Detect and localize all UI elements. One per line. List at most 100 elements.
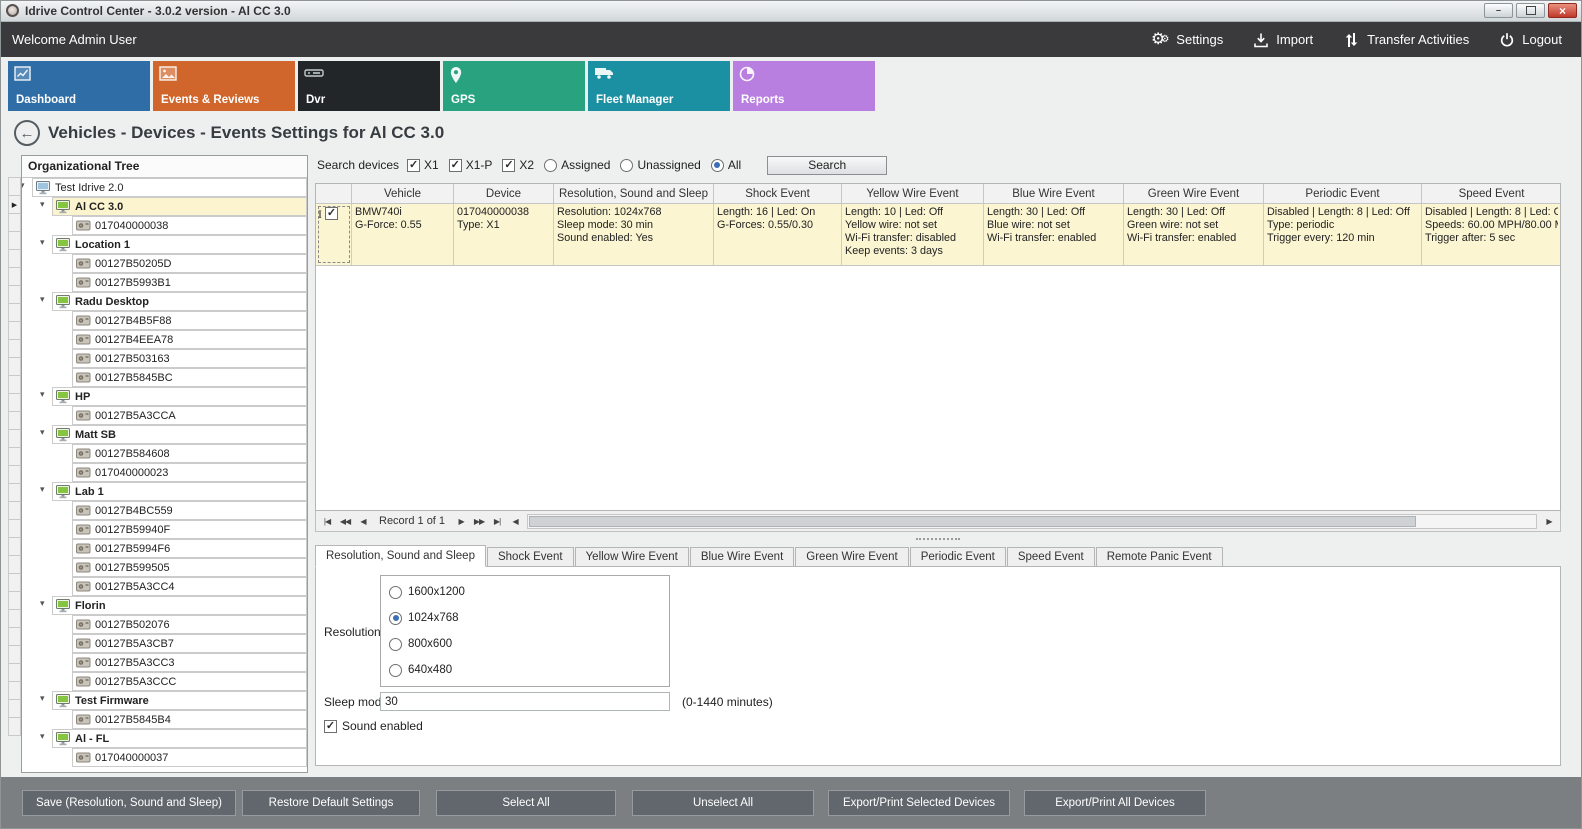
horizontal-scrollbar[interactable] bbox=[527, 514, 1537, 529]
tree-node-test-idrive-2-0[interactable]: Test Idrive 2.0 bbox=[22, 178, 307, 197]
menubar-logout-button[interactable]: Logout bbox=[1499, 32, 1562, 48]
scroll-right-button[interactable] bbox=[1541, 514, 1557, 529]
tree-device-00127b502076[interactable]: 00127B502076 bbox=[22, 615, 307, 634]
expand-caret-icon[interactable] bbox=[40, 200, 45, 209]
expand-caret-icon[interactable] bbox=[40, 295, 45, 304]
sound-enabled-checkbox[interactable] bbox=[324, 720, 337, 733]
tree-device-00127b5a3cc4[interactable]: 00127B5A3CC4 bbox=[22, 577, 307, 596]
menubar-settings-button[interactable]: ⚙⚙Settings bbox=[1151, 32, 1223, 48]
menubar-transfer-activities-button[interactable]: Transfer Activities bbox=[1343, 32, 1469, 48]
resolution-option-800x600[interactable]: 800x600 bbox=[389, 634, 661, 654]
previous-page-button[interactable] bbox=[337, 514, 353, 529]
column-header-blue-wire-event[interactable]: Blue Wire Event bbox=[984, 184, 1124, 203]
module-tab-dashboard[interactable]: Dashboard bbox=[8, 61, 150, 111]
footer-export-print-selected-devices-button[interactable]: Export/Print Selected Devices bbox=[828, 790, 1010, 816]
tree-node-lab-1[interactable]: Lab 1 bbox=[22, 482, 307, 501]
tree-device-00127b4eea78[interactable]: 00127B4EEA78 bbox=[22, 330, 307, 349]
tree-device-00127b503163[interactable]: 00127B503163 bbox=[22, 349, 307, 368]
expand-caret-icon[interactable] bbox=[21, 181, 25, 190]
assignment-filter-all[interactable]: All bbox=[711, 158, 741, 172]
tree-node-al-fl[interactable]: Al - FL bbox=[22, 729, 307, 748]
tree-device-00127b50205d[interactable]: 00127B50205D bbox=[22, 254, 307, 273]
search-button[interactable]: Search bbox=[767, 156, 887, 175]
tree-node-location-1[interactable]: Location 1 bbox=[22, 235, 307, 254]
expand-caret-icon[interactable] bbox=[40, 390, 45, 399]
tree-device-00127b5845bc[interactable]: 00127B5845BC bbox=[22, 368, 307, 387]
menubar-import-button[interactable]: Import bbox=[1253, 32, 1313, 48]
tree-device-00127b5a3ccc[interactable]: 00127B5A3CCC bbox=[22, 672, 307, 691]
tree-device-00127b4b5f88[interactable]: 00127B4B5F88 bbox=[22, 311, 307, 330]
expand-caret-icon[interactable] bbox=[40, 428, 45, 437]
tab-shock-event[interactable]: Shock Event bbox=[487, 547, 574, 566]
tree-device-00127b59940f[interactable]: 00127B59940F bbox=[22, 520, 307, 539]
close-button[interactable] bbox=[1548, 3, 1577, 18]
tree-device-017040000038[interactable]: 017040000038 bbox=[22, 216, 307, 235]
panel-splitter[interactable] bbox=[315, 536, 1561, 542]
tab-remote-panic-event[interactable]: Remote Panic Event bbox=[1096, 547, 1223, 566]
tree-device-00127b5845b4[interactable]: 00127B5845B4 bbox=[22, 710, 307, 729]
footer-export-print-all-devices-button[interactable]: Export/Print All Devices bbox=[1024, 790, 1206, 816]
device-type-filter-x2[interactable]: X2 bbox=[502, 158, 534, 172]
resolution-option-640x480[interactable]: 640x480 bbox=[389, 660, 661, 680]
scrollbar-thumb[interactable] bbox=[529, 516, 1416, 527]
expand-caret-icon[interactable] bbox=[40, 694, 45, 703]
column-header-periodic-event[interactable]: Periodic Event bbox=[1264, 184, 1422, 203]
tab-resolution-sound-and-sleep[interactable]: Resolution, Sound and Sleep bbox=[315, 545, 486, 567]
footer-select-all-button[interactable]: Select All bbox=[436, 790, 616, 816]
column-header-shock-event[interactable]: Shock Event bbox=[714, 184, 842, 203]
device-type-filter-x1[interactable]: X1 bbox=[407, 158, 439, 172]
device-type-filter-x1-p[interactable]: X1-P bbox=[449, 158, 493, 172]
column-header-vehicle[interactable]: Vehicle bbox=[352, 184, 454, 203]
column-header-green-wire-event[interactable]: Green Wire Event bbox=[1124, 184, 1264, 203]
footer-save-resolution-sound-and-sleep-button[interactable]: Save (Resolution, Sound and Sleep) bbox=[22, 790, 236, 816]
device-grid-row[interactable]: IBMW740iG-Force: 0.55017040000038Type: X… bbox=[316, 204, 1560, 266]
next-page-button[interactable] bbox=[471, 514, 487, 529]
tree-device-00127b599505[interactable]: 00127B599505 bbox=[22, 558, 307, 577]
tab-periodic-event[interactable]: Periodic Event bbox=[910, 547, 1006, 566]
expand-caret-icon[interactable] bbox=[40, 485, 45, 494]
minimize-button[interactable] bbox=[1484, 3, 1513, 18]
column-header-device[interactable]: Device bbox=[454, 184, 554, 203]
module-tab-events-reviews[interactable]: Events & Reviews bbox=[153, 61, 295, 111]
assignment-filter-assigned[interactable]: Assigned bbox=[544, 158, 610, 172]
sound-enabled-option[interactable]: Sound enabled bbox=[324, 719, 423, 733]
next-record-button[interactable] bbox=[453, 514, 469, 529]
footer-unselect-all-button[interactable]: Unselect All bbox=[632, 790, 814, 816]
maximize-button[interactable] bbox=[1516, 3, 1545, 18]
column-header-speed-event[interactable]: Speed Event bbox=[1422, 184, 1561, 203]
first-record-button[interactable] bbox=[319, 514, 335, 529]
assignment-filter-unassigned[interactable]: Unassigned bbox=[620, 158, 700, 172]
column-header-yellow-wire-event[interactable]: Yellow Wire Event bbox=[842, 184, 984, 203]
tree-node-florin[interactable]: Florin bbox=[22, 596, 307, 615]
module-tab-dvr[interactable]: Dvr bbox=[298, 61, 440, 111]
module-tab-gps[interactable]: GPS bbox=[443, 61, 585, 111]
expand-caret-icon[interactable] bbox=[40, 238, 45, 247]
tree-node-radu-desktop[interactable]: Radu Desktop bbox=[22, 292, 307, 311]
tree-node-test-firmware[interactable]: Test Firmware bbox=[22, 691, 307, 710]
module-tab-reports[interactable]: Reports bbox=[733, 61, 875, 111]
tab-blue-wire-event[interactable]: Blue Wire Event bbox=[690, 547, 794, 566]
tree-device-00127b5994f6[interactable]: 00127B5994F6 bbox=[22, 539, 307, 558]
tab-yellow-wire-event[interactable]: Yellow Wire Event bbox=[575, 547, 689, 566]
tree-device-00127b4bc559[interactable]: 00127B4BC559 bbox=[22, 501, 307, 520]
sleep-mode-input[interactable] bbox=[380, 692, 670, 711]
resolution-option-1024x768[interactable]: 1024x768 bbox=[389, 608, 661, 628]
tab-green-wire-event[interactable]: Green Wire Event bbox=[795, 547, 908, 566]
row-select-checkbox[interactable] bbox=[325, 207, 338, 220]
last-record-button[interactable] bbox=[489, 514, 505, 529]
back-button[interactable] bbox=[14, 120, 40, 146]
expand-caret-icon[interactable] bbox=[40, 732, 45, 741]
tree-device-017040000023[interactable]: 017040000023 bbox=[22, 463, 307, 482]
previous-record-button[interactable] bbox=[355, 514, 371, 529]
tree-node-matt-sb[interactable]: Matt SB bbox=[22, 425, 307, 444]
tab-speed-event[interactable]: Speed Event bbox=[1007, 547, 1095, 566]
tree-node-al-cc-3-0[interactable]: Al CC 3.0 bbox=[22, 197, 307, 216]
column-header-resolution-sound-and-sleep[interactable]: Resolution, Sound and Sleep bbox=[554, 184, 714, 203]
tree-device-00127b584608[interactable]: 00127B584608 bbox=[22, 444, 307, 463]
module-tab-fleet-manager[interactable]: Fleet Manager bbox=[588, 61, 730, 111]
resolution-option-1600x1200[interactable]: 1600x1200 bbox=[389, 582, 661, 602]
scroll-left-button[interactable] bbox=[507, 514, 523, 529]
tree-node-hp[interactable]: HP bbox=[22, 387, 307, 406]
tree-device-00127b5a3cb7[interactable]: 00127B5A3CB7 bbox=[22, 634, 307, 653]
footer-restore-default-settings-button[interactable]: Restore Default Settings bbox=[242, 790, 420, 816]
